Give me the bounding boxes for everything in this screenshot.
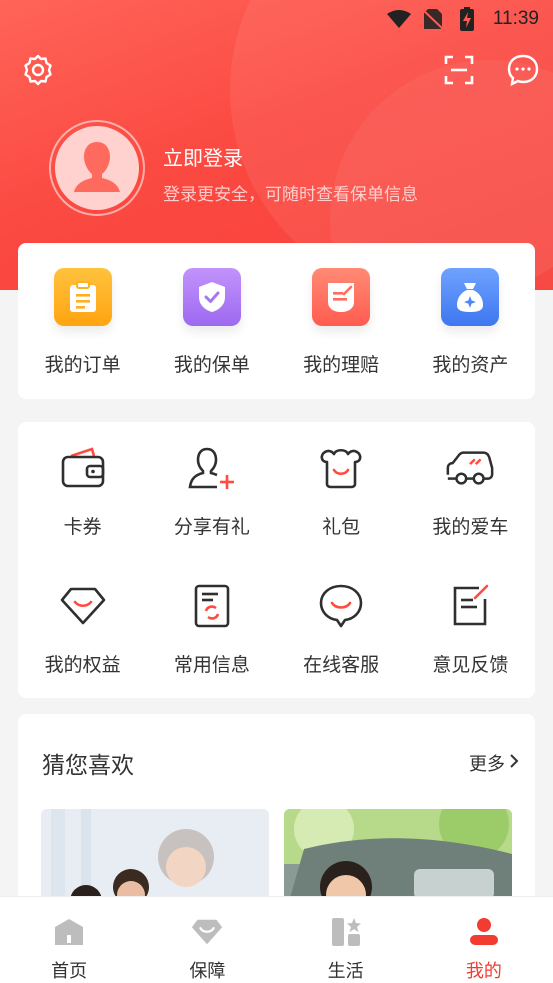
my-orders-button[interactable]: 我的订单 (18, 243, 147, 377)
nav-home-label: 首页 (51, 961, 88, 982)
no-sim-icon (421, 7, 445, 31)
settings-gear-icon[interactable] (20, 52, 56, 88)
nav-protection[interactable]: 保障 (138, 897, 276, 983)
asset-bag-icon (441, 268, 500, 326)
protection-diamond-icon (190, 915, 224, 949)
chat-smile-icon (315, 580, 367, 632)
my-car-label: 我的爱车 (432, 516, 509, 538)
message-icon[interactable] (505, 52, 541, 88)
feedback-label: 意见反馈 (432, 654, 509, 676)
nav-life[interactable]: 生活 (277, 897, 415, 983)
my-car-button[interactable]: 我的爱车 (406, 422, 535, 560)
nav-me-label: 我的 (465, 961, 502, 982)
bottom-nav: 首页 保障 生活 我的 (0, 896, 553, 983)
coupons-button[interactable]: 卡券 (18, 422, 147, 560)
policy-shield-icon (182, 268, 241, 326)
diamond-icon (57, 580, 109, 632)
login-subtitle: 登录更安全，可随时查看保单信息 (163, 185, 418, 205)
share-user-icon (186, 442, 238, 494)
default-user-avatar-icon (55, 126, 139, 210)
common-info-button[interactable]: 常用信息 (147, 560, 276, 698)
nav-protection-label: 保障 (189, 961, 226, 982)
my-policies-button[interactable]: 我的保单 (147, 243, 276, 377)
my-claims-label: 我的理赔 (303, 354, 380, 376)
feedback-edit-icon (444, 580, 496, 632)
feedback-button[interactable]: 意见反馈 (406, 560, 535, 698)
more-label: 更多 (469, 754, 505, 775)
home-icon (52, 915, 86, 949)
common-info-label: 常用信息 (173, 654, 250, 676)
life-grid-icon (329, 915, 363, 949)
login-link[interactable]: 立即登录 (163, 142, 243, 171)
my-claims-button[interactable]: 我的理赔 (277, 243, 406, 377)
online-service-button[interactable]: 在线客服 (277, 560, 406, 698)
more-link[interactable]: 更多 (469, 750, 519, 776)
my-benefits-label: 我的权益 (44, 654, 121, 676)
coupons-label: 卡券 (63, 516, 102, 538)
battery-charging-icon (455, 7, 479, 31)
claim-icon (312, 268, 371, 326)
my-assets-label: 我的资产 (432, 354, 509, 376)
wifi-icon (386, 7, 411, 31)
my-policies-label: 我的保单 (173, 354, 250, 376)
car-icon (444, 442, 496, 494)
nav-me[interactable]: 我的 (415, 897, 553, 983)
online-service-label: 在线客服 (303, 654, 380, 676)
order-icon (53, 268, 112, 326)
wallet-card-icon (57, 442, 109, 494)
status-bar: 11:39 (0, 0, 553, 38)
share-rewards-label: 分享有礼 (173, 516, 250, 538)
scan-icon[interactable] (441, 52, 477, 88)
me-user-icon (467, 915, 501, 949)
recommend-title: 猜您喜欢 (42, 753, 134, 779)
quick-actions-card: 我的订单 我的保单 我的理赔 我的资产 (18, 243, 535, 399)
my-benefits-button[interactable]: 我的权益 (18, 560, 147, 698)
my-orders-label: 我的订单 (44, 354, 121, 376)
share-rewards-button[interactable]: 分享有礼 (147, 422, 276, 560)
recommend-card: 猜您喜欢 更多 (18, 714, 535, 914)
my-assets-button[interactable]: 我的资产 (406, 243, 535, 377)
status-time: 11:39 (492, 8, 539, 29)
nav-home[interactable]: 首页 (0, 897, 138, 983)
gift-pack-label: 礼包 (322, 516, 361, 538)
gift-pack-icon (315, 442, 367, 494)
nav-life-label: 生活 (327, 961, 364, 982)
document-sync-icon (186, 580, 238, 632)
avatar[interactable] (49, 120, 145, 216)
gift-pack-button[interactable]: 礼包 (277, 422, 406, 560)
chevron-right-icon (509, 753, 519, 774)
services-card: 卡券 分享有礼 礼包 我的爱车 我的权益 常用信息 在线客服 意见反馈 (18, 422, 535, 698)
